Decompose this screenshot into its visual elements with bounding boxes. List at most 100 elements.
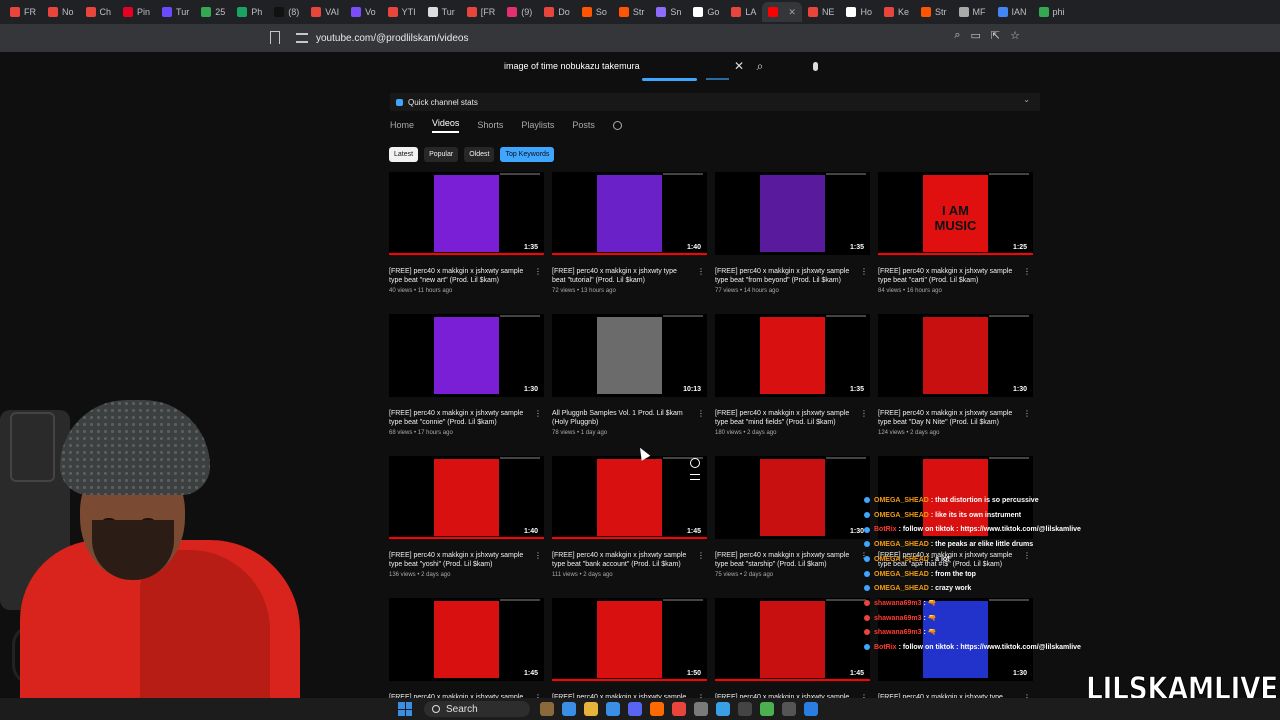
video-title[interactable]: [FREE] perc40 x makkgin x jshxwty type b… [552,267,692,285]
tab-posts[interactable]: Posts [572,120,595,130]
browser-tab[interactable]: Tur [156,2,195,22]
video-thumbnail[interactable]: 1:45 [552,456,707,539]
share-icon[interactable]: ⇱ [991,29,1000,42]
more-options-icon[interactable]: ⋮ [697,267,705,276]
browser-tab[interactable]: (9) [501,2,538,22]
video-card[interactable]: 1:40 [FREE] perc40 x makkgin x jshxwty sa… [389,456,544,590]
video-thumbnail[interactable]: 1:35 [389,172,544,255]
video-title[interactable]: [FREE] perc40 x makkgin x jshxwty sample… [389,409,529,427]
taskbar-app-icon[interactable] [694,702,708,716]
browser-tab[interactable]: Tur [422,2,461,22]
browser-tab[interactable]: No [42,2,80,22]
taskbar-search[interactable]: Search [424,701,530,717]
video-card[interactable]: 1:35 [FREE] perc40 x makkgin x jshxwty sa… [715,172,870,306]
browser-tab[interactable]: Go [687,2,725,22]
taskbar-app-icon[interactable] [562,702,576,716]
more-options-icon[interactable]: ⋮ [1023,267,1031,276]
taskbar-app-icon[interactable] [672,702,686,716]
browser-tab[interactable]: Str [613,2,651,22]
video-card[interactable]: 1:35 [FREE] perc40 x makkgin x jshxwty sa… [389,172,544,306]
video-thumbnail[interactable]: 1:40 [552,172,707,255]
taskbar-app-icon[interactable] [716,702,730,716]
video-title[interactable]: [FREE] perc40 x makkgin x jshxwty sample… [715,409,855,427]
video-title[interactable]: [FREE] perc40 x makkgin x jshxwty sample… [389,551,529,569]
browser-tab[interactable]: Sn [650,2,687,22]
browser-tab[interactable]: Ho [840,2,878,22]
browser-tab[interactable]: Pin [117,2,156,22]
add-to-queue-icon[interactable] [690,474,700,480]
video-thumbnail[interactable]: 1:30 [389,314,544,397]
search-query[interactable]: image of time nobukazu takemura [494,61,734,71]
browser-tab[interactable]: phi [1033,2,1071,22]
more-options-icon[interactable]: ⋮ [534,551,542,560]
browser-tab[interactable]: FR [4,2,42,22]
video-thumbnail[interactable]: 1:30 [715,456,870,539]
browser-tab[interactable]: ✕ [762,2,802,22]
browser-tab[interactable]: NE [802,2,841,22]
filter-chip-oldest[interactable]: Oldest [464,147,495,162]
tab-home[interactable]: Home [390,120,414,130]
taskbar-app-icon[interactable] [782,702,796,716]
filter-chip-latest[interactable]: Latest [389,147,419,162]
video-card[interactable]: 1:45 [FREE] perc40 x makkgin x jshxwty sa… [552,456,707,590]
taskbar-app-icon[interactable] [738,702,752,716]
video-card[interactable]: 1:35 [FREE] perc40 x makkgin x jshxwty sa… [715,314,870,448]
taskbar-app-icon[interactable] [606,702,620,716]
video-title[interactable]: [FREE] perc40 x makkgin x jshxwty sample… [715,551,855,569]
taskbar-app-icon[interactable] [650,702,664,716]
browser-tab[interactable]: IAN [992,2,1033,22]
more-options-icon[interactable]: ⋮ [860,409,868,418]
taskbar-app-icon[interactable] [540,702,554,716]
tab-videos[interactable]: Videos [432,118,460,133]
more-options-icon[interactable]: ⋮ [534,267,542,276]
browser-tab[interactable]: Ke [878,2,915,22]
browser-tab[interactable]: VAI [305,2,345,22]
search-icon[interactable]: ⌕ [750,59,770,74]
more-options-icon[interactable]: ⋮ [697,551,705,560]
browser-tab[interactable]: Ph [231,2,268,22]
video-thumbnail[interactable]: 1:35 [715,314,870,397]
bookmark-star-icon[interactable]: ☆ [1010,29,1020,42]
close-tab-icon[interactable]: ✕ [788,7,796,18]
video-thumbnail[interactable]: 1:45 [715,598,870,681]
bookmark-icon[interactable] [270,31,280,44]
browser-tab[interactable]: So [576,2,613,22]
video-title[interactable]: [FREE] perc40 x makkgin x jshxwty sample… [389,267,529,285]
browser-tab[interactable]: MF [953,2,992,22]
browser-tab[interactable]: Vo [345,2,382,22]
taskbar-app-icon[interactable] [628,702,642,716]
browser-tab[interactable]: [FR [461,2,502,22]
taskbar-app-icon[interactable] [584,702,598,716]
voice-search-icon[interactable] [808,59,822,73]
video-card[interactable]: 1:40 [FREE] perc40 x makkgin x jshxwty ty… [552,172,707,306]
url-box[interactable]: youtube.com/@prodlilskam/videos [296,29,468,47]
video-thumbnail[interactable]: 1:35 [715,172,870,255]
url-text[interactable]: youtube.com/@prodlilskam/videos [316,33,468,44]
youtube-search-box[interactable]: image of time nobukazu takemura ✕ ⌕ [494,56,770,76]
watch-later-icon[interactable] [690,458,700,468]
zoom-icon[interactable]: ⌕ [954,29,960,42]
browser-tab[interactable]: 25 [195,2,231,22]
browser-tab[interactable]: Str [915,2,953,22]
more-options-icon[interactable]: ⋮ [697,409,705,418]
video-card[interactable]: I AM MUSIC 1:25 [FREE] perc40 x makkgin x … [878,172,1033,306]
video-card[interactable]: 1:30 [FREE] perc40 x makkgin x jshxwty sa… [878,314,1033,448]
filter-chip-popular[interactable]: Popular [424,147,459,162]
filter-chip-top-keywords[interactable]: Top Keywords [500,147,555,162]
browser-tab[interactable]: YTI [382,2,422,22]
clear-search-icon[interactable]: ✕ [734,59,750,73]
browser-tab[interactable]: Do [538,2,576,22]
video-title[interactable]: [FREE] perc40 x makkgin x jshxwty sample… [878,409,1018,427]
video-thumbnail[interactable]: 10:13 [552,314,707,397]
tab-shorts[interactable]: Shorts [477,120,503,130]
tab-playlists[interactable]: Playlists [521,120,554,130]
video-card[interactable]: 1:30 [FREE] perc40 x makkgin x jshxwty sa… [389,314,544,448]
browser-tab[interactable]: Ch [80,2,118,22]
more-options-icon[interactable]: ⋮ [1023,409,1031,418]
video-title[interactable]: [FREE] perc40 x makkgin x jshxwty sample… [715,267,855,285]
video-card[interactable]: 10:13 All Pluggnb Samples Vol. 1 Prod. Li… [552,314,707,448]
browser-tab[interactable]: LA [725,2,762,22]
video-thumbnail[interactable]: I AM MUSIC 1:25 [878,172,1033,255]
taskbar-app-icon[interactable] [804,702,818,716]
channel-search-icon[interactable] [612,120,622,130]
